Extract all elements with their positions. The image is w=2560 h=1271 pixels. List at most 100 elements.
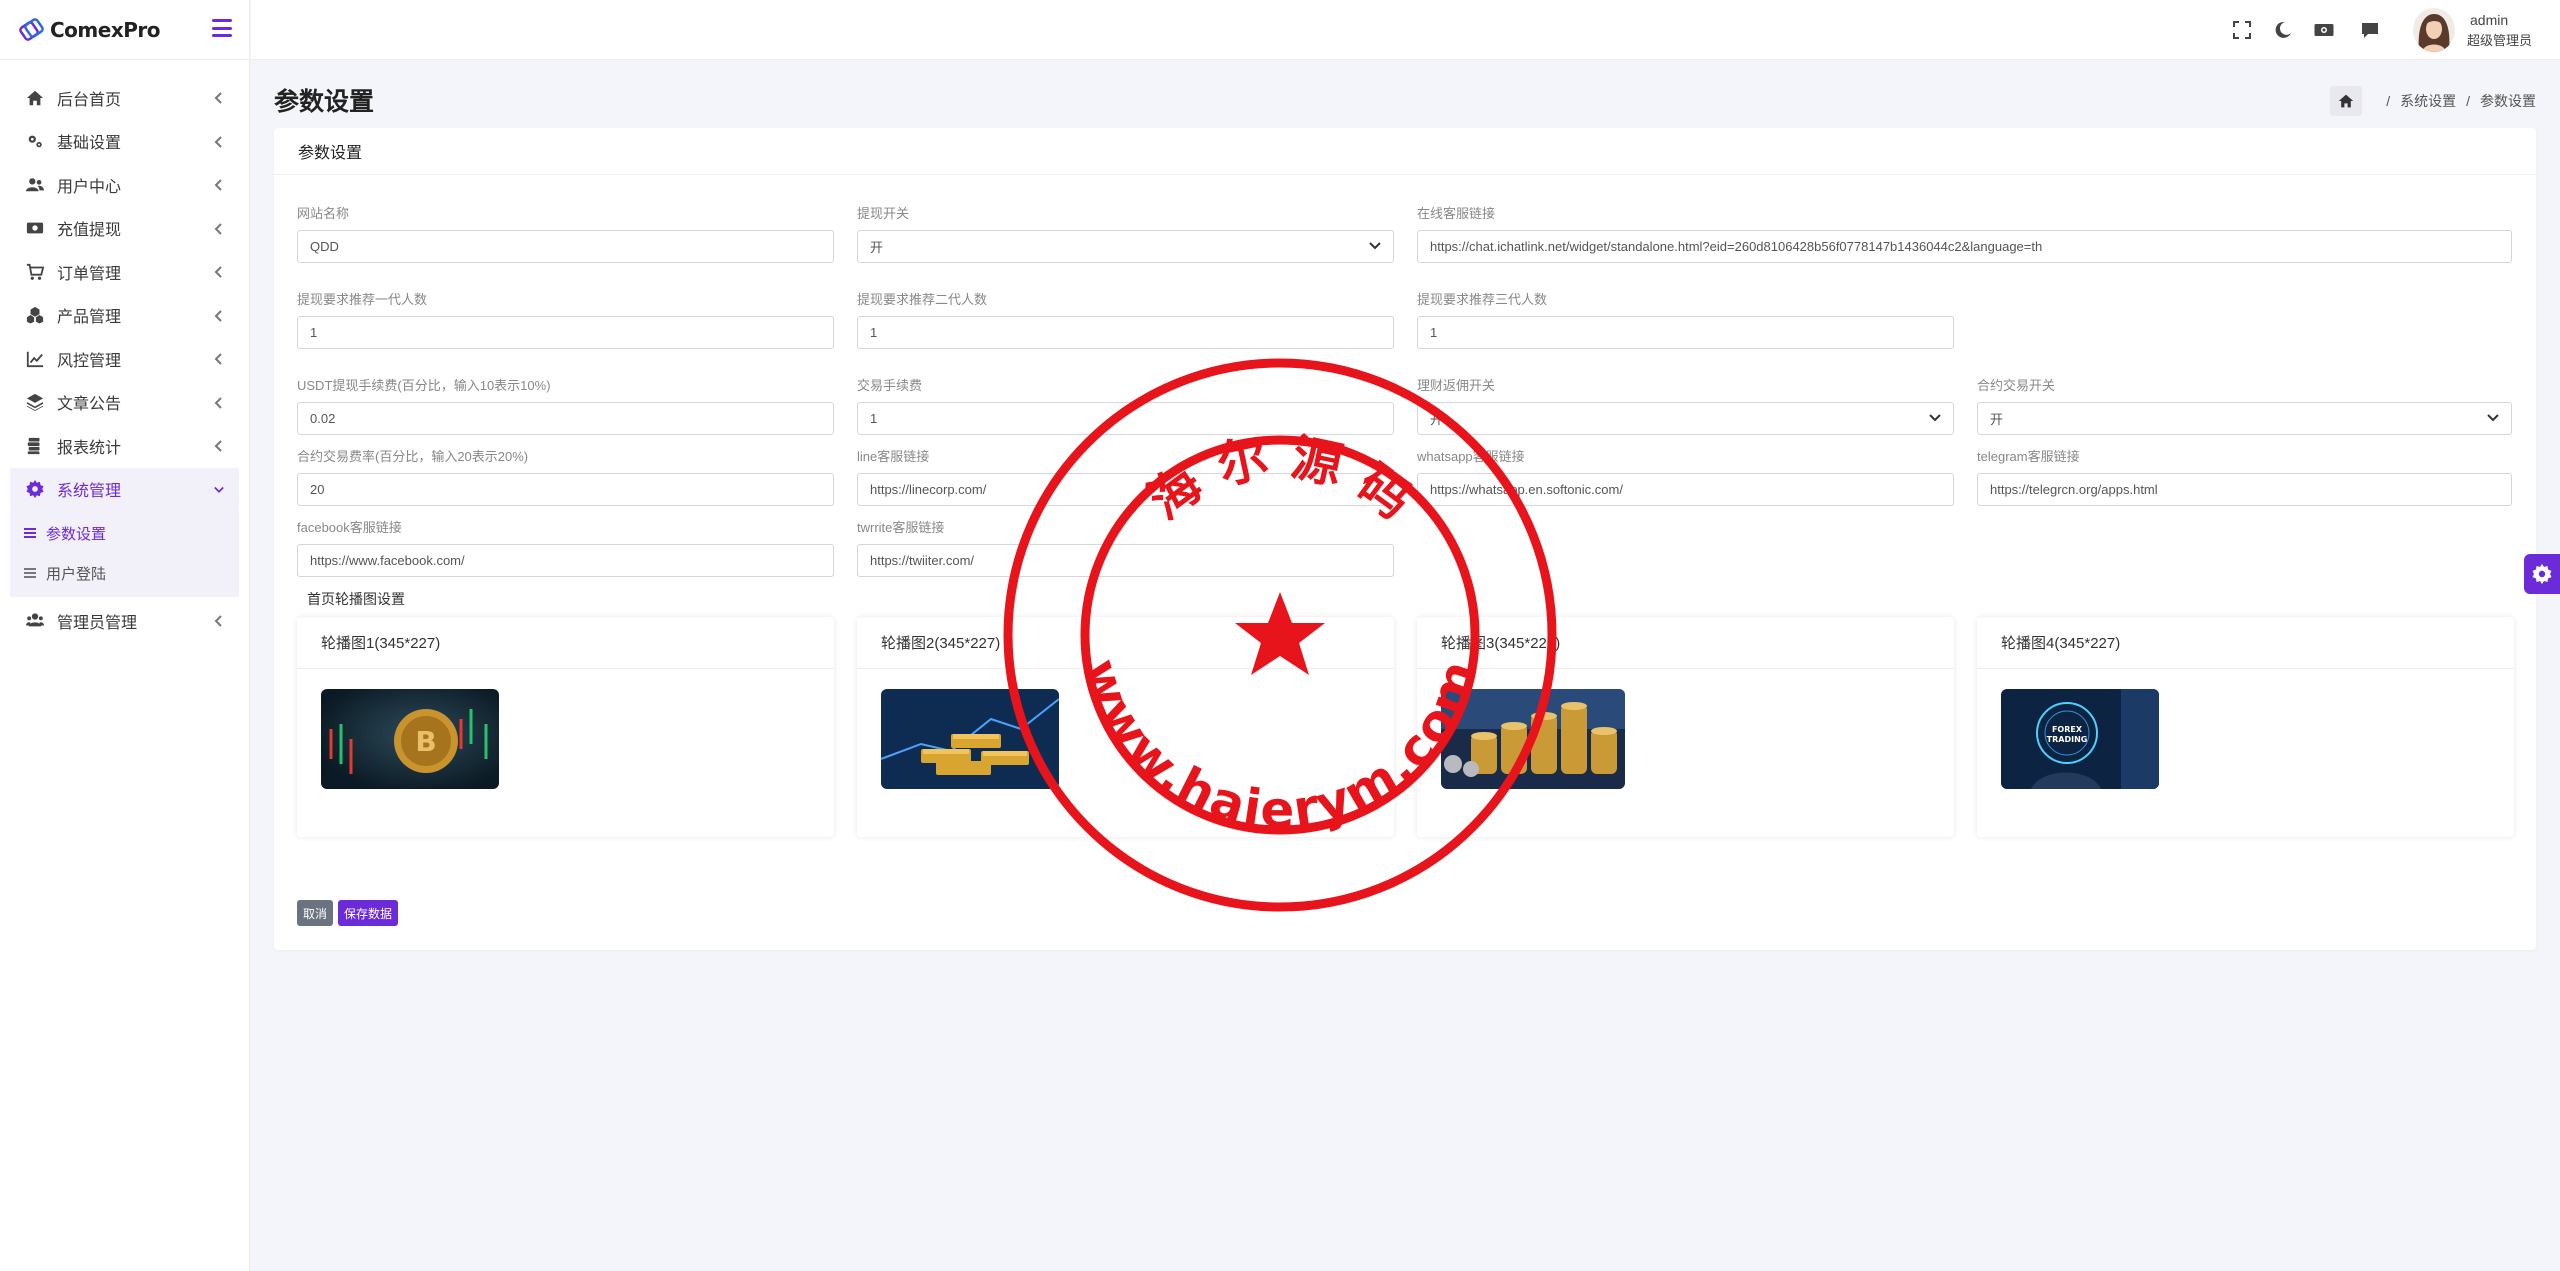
sidebar-item-products[interactable]: 产品管理 bbox=[0, 294, 249, 338]
withdraw-switch-select[interactable]: 开 bbox=[857, 230, 1394, 263]
line-link-input[interactable]: https://linecorp.com/ bbox=[857, 473, 1394, 506]
twitter-link-input[interactable]: https://twiiter.com/ bbox=[857, 544, 1394, 577]
topbar bbox=[251, 0, 2560, 60]
card-title: 参数设置 bbox=[274, 128, 2536, 175]
banner-image-2[interactable] bbox=[881, 689, 1059, 789]
finance-rebate-field: 理财返佣开关 开 bbox=[1417, 375, 1954, 435]
trade-fee-input[interactable]: 1 bbox=[857, 402, 1394, 435]
brand-logo-icon bbox=[18, 17, 44, 43]
field-label: 提现开关 bbox=[857, 206, 910, 221]
sidebar-item-label: 管理员管理 bbox=[57, 614, 138, 632]
sidebar-subitem-label: 用户登陆 bbox=[46, 565, 107, 583]
twitter-link-field: twrrite客服链接 https://twiiter.com/ bbox=[857, 517, 1394, 577]
usdt-fee-field: USDT提现手续费(百分比，输入10表示10%) 0.02 bbox=[297, 375, 834, 435]
field-label: 理财返佣开关 bbox=[1417, 378, 1496, 393]
sidebar-item-reports[interactable]: 报表统计 bbox=[0, 424, 249, 468]
users-icon bbox=[25, 175, 45, 195]
banner-card-3: 轮播图3(345*227) bbox=[1417, 617, 1954, 837]
field-label: telegram客服链接 bbox=[1977, 449, 2080, 464]
banner-section-title: 首页轮播图设置 bbox=[307, 591, 405, 607]
banner-card-title: 轮播图1(345*227) bbox=[297, 617, 834, 669]
breadcrumb-home-icon[interactable] bbox=[2330, 86, 2363, 116]
banner-image-3[interactable] bbox=[1441, 689, 1625, 789]
list-icon bbox=[24, 568, 36, 578]
field-label: 在线客服链接 bbox=[1417, 206, 1496, 221]
ref2-field: 提现要求推荐二代人数 1 bbox=[857, 289, 1394, 349]
chevron-left-icon bbox=[214, 614, 224, 627]
menu-toggle-icon[interactable] bbox=[212, 19, 232, 37]
banner-image-4[interactable]: FOREX TRADING bbox=[2001, 689, 2159, 789]
banner-card-title: 轮播图2(345*227) bbox=[857, 617, 1394, 669]
contract-rate-field: 合约交易费率(百分比，输入20表示20%) 20 bbox=[297, 446, 834, 506]
avatar[interactable] bbox=[2413, 8, 2455, 52]
sidebar-item-label: 用户中心 bbox=[57, 178, 122, 196]
sidebar-item-admin-management[interactable]: 管理员管理 bbox=[0, 599, 249, 643]
select-value: 开 bbox=[1430, 412, 1444, 427]
ref3-input[interactable]: 1 bbox=[1417, 316, 1954, 349]
sidebar-item-label: 文章公告 bbox=[57, 396, 122, 414]
telegram-link-input[interactable]: https://telegrcn.org/apps.html bbox=[1977, 473, 2512, 506]
sidebar-item-label: 报表统计 bbox=[57, 439, 122, 457]
usdt-fee-input[interactable]: 0.02 bbox=[297, 402, 834, 435]
chat-icon[interactable] bbox=[2361, 21, 2379, 39]
sidebar-item-label: 风控管理 bbox=[57, 352, 122, 370]
chevron-left-icon bbox=[214, 265, 224, 278]
sidebar-item-user-center[interactable]: 用户中心 bbox=[0, 163, 249, 207]
sidebar: ComexPro 后台首页 基础设置 用户中心 充值提现 订单管理 产品管理 风… bbox=[0, 0, 250, 1271]
support-link-field: 在线客服链接 https://chat.ichatlink.net/widget… bbox=[1417, 203, 2512, 263]
support-link-input[interactable]: https://chat.ichatlink.net/widget/standa… bbox=[1417, 230, 2512, 263]
finance-rebate-select[interactable]: 开 bbox=[1417, 402, 1954, 435]
home-icon bbox=[25, 88, 45, 108]
facebook-link-input[interactable]: https://www.facebook.com/ bbox=[297, 544, 834, 577]
sidebar-item-orders[interactable]: 订单管理 bbox=[0, 250, 249, 294]
banner-card-title: 轮播图4(345*227) bbox=[1977, 617, 2514, 669]
field-label: whatsapp客服链接 bbox=[1417, 449, 1525, 464]
banner-card-1: 轮播图1(345*227) B bbox=[297, 617, 834, 837]
sidebar-item-risk-control[interactable]: 风控管理 bbox=[0, 337, 249, 381]
line-link-field: line客服链接 https://linecorp.com/ bbox=[857, 446, 1394, 506]
whatsapp-link-input[interactable]: https://whatsapp.en.softonic.com/ bbox=[1417, 473, 1954, 506]
field-label: USDT提现手续费(百分比，输入10表示10%) bbox=[297, 378, 551, 393]
sidebar-subitem-parameter-settings[interactable]: 参数设置 bbox=[10, 513, 239, 553]
ref1-input[interactable]: 1 bbox=[297, 316, 834, 349]
breadcrumb-system-settings[interactable]: 系统设置 bbox=[2400, 91, 2456, 111]
chevron-left-icon bbox=[214, 352, 224, 365]
chevron-left-icon bbox=[214, 135, 224, 148]
sidebar-item-dashboard[interactable]: 后台首页 bbox=[0, 76, 249, 120]
banner-image-1[interactable]: B bbox=[321, 689, 499, 789]
contract-rate-input[interactable]: 20 bbox=[297, 473, 834, 506]
fullscreen-icon[interactable] bbox=[2233, 21, 2251, 39]
user-name[interactable]: admin bbox=[2470, 12, 2508, 28]
user-role: 超级管理员 bbox=[2467, 33, 2533, 48]
ref3-field: 提现要求推荐三代人数 1 bbox=[1417, 289, 1954, 349]
contract-switch-select[interactable]: 开 bbox=[1977, 402, 2512, 435]
brand-name: ComexPro bbox=[50, 17, 160, 42]
database-icon bbox=[25, 436, 45, 456]
moon-icon[interactable] bbox=[2274, 21, 2292, 39]
chevron-down-icon bbox=[214, 483, 224, 493]
cancel-button[interactable]: 取消 bbox=[297, 900, 334, 926]
chevron-left-icon bbox=[214, 309, 224, 322]
forex-trading-text: FOREX bbox=[2052, 725, 2083, 734]
settings-float-gear-icon[interactable] bbox=[2524, 554, 2560, 594]
sidebar-item-system-management[interactable]: 系统管理 bbox=[10, 467, 239, 511]
sidebar-item-recharge-withdraw[interactable]: 充值提现 bbox=[0, 207, 249, 251]
banner-card-title: 轮播图3(345*227) bbox=[1417, 617, 1954, 669]
breadcrumb-current: 参数设置 bbox=[2480, 93, 2536, 109]
sidebar-item-basic-settings[interactable]: 基础设置 bbox=[0, 120, 249, 164]
page-title: 参数设置 bbox=[274, 88, 375, 116]
site-name-input[interactable]: QDD bbox=[297, 230, 834, 263]
chevron-left-icon bbox=[214, 178, 224, 191]
sidebar-item-articles[interactable]: 文章公告 bbox=[0, 381, 249, 425]
money-bill-icon[interactable] bbox=[2314, 21, 2334, 39]
save-button[interactable]: 保存数据 bbox=[338, 900, 399, 926]
breadcrumb-separator: / bbox=[2386, 93, 2391, 109]
sidebar-item-label: 订单管理 bbox=[57, 265, 122, 283]
sidebar-subitem-user-login[interactable]: 用户登陆 bbox=[10, 553, 239, 593]
sidebar-item-label: 基础设置 bbox=[57, 135, 122, 153]
ref2-input[interactable]: 1 bbox=[857, 316, 1394, 349]
chevron-left-icon bbox=[214, 439, 224, 452]
field-label: 合约交易开关 bbox=[1977, 378, 2056, 393]
svg-text:B: B bbox=[415, 725, 436, 758]
ref1-field: 提现要求推荐一代人数 1 bbox=[297, 289, 834, 349]
